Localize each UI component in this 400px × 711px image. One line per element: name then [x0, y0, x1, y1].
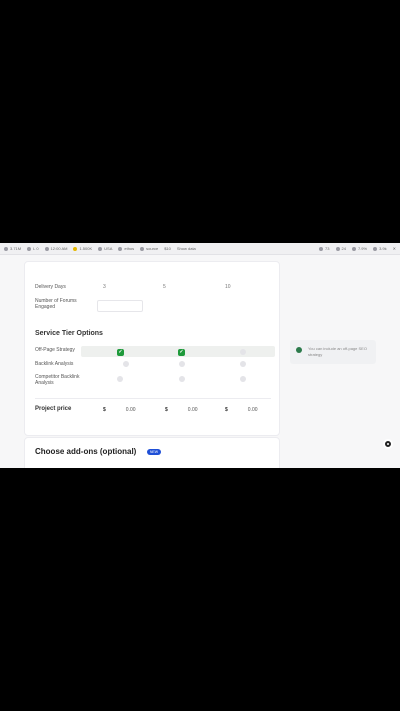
info-icon	[296, 347, 302, 353]
competitor-standard-checkbox[interactable]	[179, 376, 185, 382]
clock-icon	[44, 246, 49, 251]
backlink-basic-checkbox[interactable]	[123, 361, 129, 367]
price-basic[interactable]: $0.00	[103, 407, 136, 413]
delivery-days-premium[interactable]: 10	[225, 284, 231, 290]
metric-icon	[118, 246, 123, 251]
toolbar-item[interactable]: 1.500K	[73, 246, 92, 251]
new-badge: NEW	[147, 449, 161, 455]
toolbar-item[interactable]: $10	[164, 246, 171, 251]
close-icon[interactable]: ✕	[393, 246, 396, 251]
backlink-standard-checkbox[interactable]	[179, 361, 185, 367]
project-price-label: Project price	[35, 406, 72, 412]
toolbar-item[interactable]: 24	[335, 246, 346, 251]
divider	[35, 398, 271, 399]
metric-icon	[27, 246, 32, 251]
app-frame: 3.71M L 0 12:00 AM 1.500K USA ethos sour…	[0, 243, 400, 468]
service-tier-title: Service Tier Options	[35, 330, 103, 337]
show-data-button[interactable]: Show data	[177, 246, 196, 251]
delivery-days-standard[interactable]: 5	[163, 284, 166, 290]
pricing-card: Delivery Days 3 5 10 Number of Forums En…	[24, 261, 280, 436]
service-label: Competitor Backlink Analysis	[35, 374, 80, 386]
off-page-standard-checkbox[interactable]: ✓	[178, 349, 185, 356]
metric-icon	[73, 246, 78, 251]
toolbar-item[interactable]: USA	[98, 246, 112, 251]
toolbar-item[interactable]: 73	[319, 246, 330, 251]
tip-text: You can include an off-page SEO strategy	[308, 346, 367, 357]
top-toolbar: 3.71M L 0 12:00 AM 1.500K USA ethos sour…	[0, 243, 400, 255]
toolbar-item[interactable]: 3.9k	[373, 246, 387, 251]
metric-icon	[351, 246, 356, 251]
flag-icon	[98, 246, 103, 251]
metric-icon	[335, 246, 340, 251]
metric-icon	[319, 246, 324, 251]
toolbar-item[interactable]: 7.9%	[351, 246, 367, 251]
help-icon[interactable]	[383, 439, 393, 449]
addons-section: Choose add-ons (optional) NEW	[24, 437, 280, 468]
toolbar-item[interactable]: source	[140, 246, 158, 251]
toolbar-item[interactable]: ethos	[118, 246, 134, 251]
competitor-premium-checkbox[interactable]	[240, 376, 246, 382]
backlink-premium-checkbox[interactable]	[240, 361, 246, 367]
price-premium[interactable]: $0.00	[225, 407, 258, 413]
metric-icon	[4, 246, 8, 251]
tip-note: You can include an off-page SEO strategy	[290, 340, 376, 364]
price-standard[interactable]: $0.00	[165, 407, 198, 413]
toolbar-item[interactable]: L 0	[27, 246, 39, 251]
competitor-basic-checkbox[interactable]	[117, 376, 123, 382]
delivery-days-label: Delivery Days	[35, 284, 66, 290]
addons-title: Choose add-ons (optional)	[35, 447, 137, 456]
delivery-days-basic[interactable]: 3	[103, 284, 106, 290]
toolbar-right-group: 73 24 7.9% 3.9k ✕	[319, 246, 396, 251]
off-page-basic-checkbox[interactable]: ✓	[117, 349, 124, 356]
service-label: Backlink Analysis	[35, 361, 74, 367]
service-label: Off-Page Strategy	[35, 347, 75, 353]
toolbar-item[interactable]: 12:00 AM	[44, 246, 67, 251]
toolbar-item[interactable]: 3.71M	[4, 246, 21, 251]
metric-icon	[373, 246, 378, 251]
off-page-premium-checkbox[interactable]	[240, 349, 246, 355]
forums-input[interactable]	[97, 300, 143, 312]
metric-icon	[140, 246, 145, 251]
forums-label: Number of Forums Engaged	[35, 298, 77, 310]
